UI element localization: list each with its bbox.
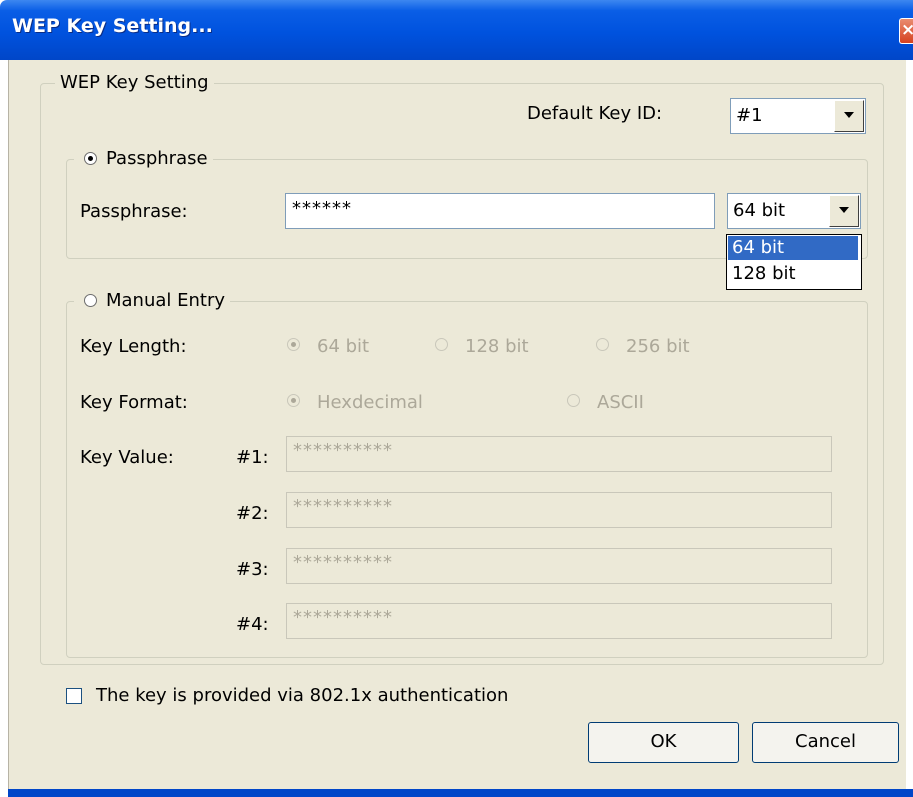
default-key-select[interactable]: #1 — [730, 98, 866, 134]
key-2-input[interactable]: ********** — [286, 492, 832, 528]
dropdown-option-64bit[interactable]: 64 bit — [728, 236, 858, 260]
key-4-value: ********** — [293, 607, 393, 628]
key-3-input[interactable]: ********** — [286, 548, 832, 584]
bit-length-select[interactable]: 64 bit — [727, 193, 861, 229]
key-1-label: #1: — [236, 447, 269, 468]
close-button[interactable]: × — [899, 18, 913, 44]
radio-selected-dot — [291, 342, 296, 347]
key-format-ascii-radio[interactable] — [567, 394, 580, 407]
wep-key-dialog: WEP Key Setting... × WEP Key Setting Def… — [0, 0, 913, 797]
bit-length-dropdown-list: 64 bit 128 bit — [726, 234, 862, 290]
key-format-label: Key Format: — [80, 392, 188, 413]
key-length-128-label: 128 bit — [465, 336, 529, 357]
passphrase-radio[interactable] — [84, 152, 97, 165]
key-4-label: #4: — [236, 614, 269, 635]
key-2-label: #2: — [236, 503, 269, 524]
passphrase-input[interactable]: ****** — [285, 193, 715, 229]
auth-8021x-label: The key is provided via 802.1x authentic… — [96, 685, 509, 706]
manual-entry-radio[interactable] — [84, 294, 97, 307]
manual-entry-legend[interactable]: Manual Entry — [74, 290, 231, 312]
manual-entry-radio-label: Manual Entry — [106, 290, 226, 311]
radio-selected-dot — [291, 398, 296, 403]
passphrase-legend[interactable]: Passphrase — [74, 148, 213, 170]
key-length-label: Key Length: — [80, 336, 187, 357]
key-length-64-radio[interactable] — [287, 338, 300, 351]
key-value-label: Key Value: — [80, 447, 174, 468]
chevron-down-icon — [839, 207, 849, 213]
key-3-label: #3: — [236, 559, 269, 580]
dropdown-arrow-button[interactable] — [829, 195, 859, 227]
passphrase-field-label: Passphrase: — [80, 201, 188, 222]
key-1-input[interactable]: ********** — [286, 436, 832, 472]
default-key-label: Default Key ID: — [527, 103, 663, 124]
key-4-input[interactable]: ********** — [286, 603, 832, 639]
window-title: WEP Key Setting... — [12, 15, 213, 37]
key-format-hex-radio[interactable] — [287, 394, 300, 407]
bit-length-value: 64 bit — [733, 200, 786, 221]
passphrase-input-value: ****** — [292, 198, 352, 219]
key-3-value: ********** — [293, 552, 393, 573]
key-length-128-radio[interactable] — [435, 338, 448, 351]
close-icon: × — [901, 20, 913, 40]
ok-button[interactable]: OK — [588, 722, 739, 763]
dropdown-arrow-button[interactable] — [834, 100, 864, 132]
key-2-value: ********** — [293, 496, 393, 517]
title-bar[interactable]: WEP Key Setting... × — [0, 0, 913, 60]
key-1-value: ********** — [293, 440, 393, 461]
auth-8021x-checkbox[interactable] — [66, 688, 82, 704]
key-length-256-radio[interactable] — [596, 338, 609, 351]
key-format-ascii-label: ASCII — [597, 392, 644, 413]
radio-selected-dot — [88, 156, 93, 161]
key-length-64-label: 64 bit — [317, 336, 370, 357]
group-legend: WEP Key Setting — [55, 72, 214, 94]
default-key-value: #1 — [736, 105, 763, 126]
key-format-hex-label: Hexdecimal — [317, 392, 423, 413]
key-length-256-label: 256 bit — [626, 336, 690, 357]
cancel-button[interactable]: Cancel — [752, 722, 899, 763]
dropdown-option-128bit[interactable]: 128 bit — [728, 262, 858, 286]
passphrase-radio-label: Passphrase — [106, 148, 208, 169]
window-bottom-border — [8, 789, 913, 797]
chevron-down-icon — [844, 112, 854, 118]
